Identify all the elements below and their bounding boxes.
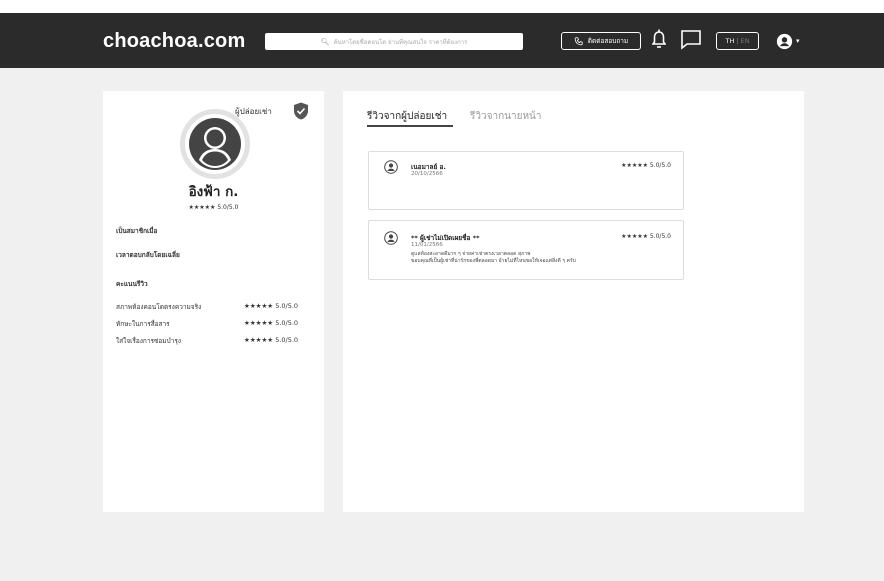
profile-name: อิงฟ้า ก. bbox=[188, 184, 239, 200]
contact-button-label: ติดต่อสอบถาม bbox=[587, 37, 629, 45]
profile-avatar bbox=[180, 109, 250, 179]
profile-rating: ★★★★★ 5.0/5.0 bbox=[188, 204, 239, 211]
review-item: ** ผู้เช่าไม่เปิดเผยชื่อ ** 11/01/2566 ★… bbox=[368, 220, 684, 280]
phone-icon bbox=[574, 36, 583, 45]
user-menu[interactable]: ▾ bbox=[776, 31, 804, 51]
member-since-label: เป็นสมาชิกเมื่อ bbox=[116, 227, 158, 235]
avg-response-label: เวลาตอบกลับโดยเฉลี่ย bbox=[116, 251, 180, 259]
review-score: ★★★★★ 5.0/5.0 bbox=[621, 162, 671, 169]
review-text-line: ขอบคุณที่เป็นผู้เช่าที่น่ารักของพี่ตลอดม… bbox=[411, 258, 576, 264]
criteria-score: ★★★★★ 5.0/5.0 bbox=[244, 336, 299, 344]
chevron-down-icon: ▾ bbox=[796, 37, 800, 45]
tab-agent-reviews[interactable]: รีวิวจากนายหน้า bbox=[470, 109, 541, 124]
lang-separator: | bbox=[736, 37, 739, 45]
active-tab-indicator bbox=[367, 125, 453, 127]
criteria-score: ★★★★★ 5.0/5.0 bbox=[244, 302, 299, 310]
tab-landlord-reviews[interactable]: รีวิวจากผู้ปล่อยเช่า bbox=[367, 109, 447, 124]
review-date: 11/01/2566 bbox=[411, 242, 443, 248]
search-input[interactable]: 🔍︎ ค้นหาโดยชื่อคอนโด ย่านที่คุณสนใจ ราคา… bbox=[265, 33, 523, 50]
reviewer-avatar-icon bbox=[384, 231, 398, 245]
search-placeholder: ค้นหาโดยชื่อคอนโด ย่านที่คุณสนใจ ราคาที่… bbox=[333, 38, 468, 46]
search-icon: 🔍︎ bbox=[320, 37, 330, 46]
criteria-score: ★★★★★ 5.0/5.0 bbox=[244, 319, 299, 327]
chat-icon[interactable] bbox=[680, 28, 702, 50]
criteria-label: ใส่ใจเรื่องการซ่อมบำรุง bbox=[116, 337, 182, 345]
verified-landlord-label: ผู้ปล่อยเช่า bbox=[235, 107, 272, 116]
site-logo[interactable]: choachoa.com bbox=[103, 30, 245, 53]
language-switcher[interactable]: TH | EN bbox=[716, 32, 759, 50]
criteria-title: คะแนนรีวิว bbox=[116, 280, 148, 288]
profile-card: ผู้ปล่อยเช่า อิงฟ้า ก. ★★★★★ 5.0/5.0 เป็… bbox=[103, 91, 324, 512]
review-date: 20/10/2566 bbox=[411, 171, 443, 177]
verified-shield-icon bbox=[294, 102, 308, 120]
bell-icon[interactable] bbox=[652, 28, 666, 50]
top-strip bbox=[0, 0, 884, 13]
review-text: ดูแลห้องสะอาดดีมาก ๆ จ่ายค่าเช่าตรงเวลาต… bbox=[411, 251, 576, 265]
lang-th[interactable]: TH bbox=[725, 37, 734, 45]
reviews-card: รีวิวจากผู้ปล่อยเช่า รีวิวจากนายหน้า เนอ… bbox=[343, 91, 804, 512]
criteria-label: ทักษะในการสื่อสาร bbox=[116, 320, 170, 328]
user-avatar-icon bbox=[776, 33, 793, 49]
reviewer-avatar-icon bbox=[384, 160, 398, 174]
review-score: ★★★★★ 5.0/5.0 bbox=[621, 233, 671, 240]
criteria-label: สภาพห้องคอนโดตรงความจริง bbox=[116, 303, 202, 311]
review-item: เนอมาลย์ อ. 20/10/2566 ★★★★★ 5.0/5.0 bbox=[368, 151, 684, 210]
review-text-line: ดูแลห้องสะอาดดีมาก ๆ จ่ายค่าเช่าตรงเวลาต… bbox=[411, 251, 531, 257]
lang-en[interactable]: EN bbox=[741, 37, 750, 45]
contact-button[interactable]: ติดต่อสอบถาม bbox=[561, 32, 641, 50]
